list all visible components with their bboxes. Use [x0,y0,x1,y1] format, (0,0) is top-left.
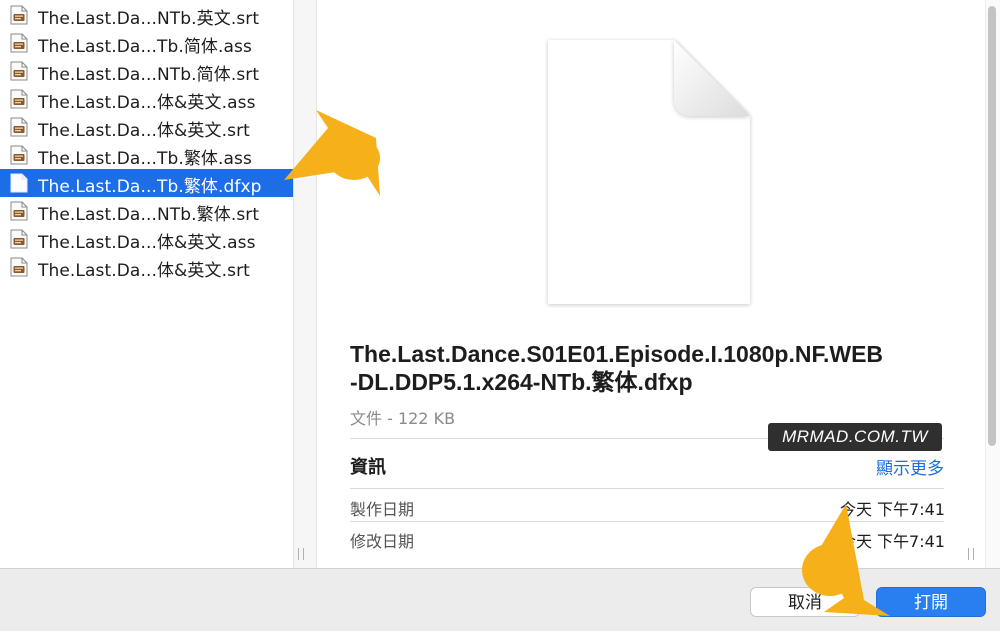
created-date-label: 製作日期 [350,500,415,519]
column-resize-handle[interactable] [298,548,304,560]
show-more-link[interactable]: 顯示更多 [876,454,944,479]
subtitle-file-icon [10,61,28,81]
column-resize-handle[interactable] [968,548,974,560]
subtitle-file-icon [10,5,28,25]
file-name: The.Last.Da...Tb.简体.ass [38,37,252,57]
document-preview-icon [548,40,750,304]
subtitle-file-icon [10,117,28,137]
subtitle-file-icon [10,201,28,221]
column-gutter [294,0,316,568]
file-name: The.Last.Da...Tb.繁体.dfxp [38,177,262,197]
file-title: The.Last.Dance.S01E01.Episode.I.1080p.NF… [350,341,884,395]
subtitle-file-icon [10,229,28,249]
file-list-item[interactable]: The.Last.Da...NTb.繁体.srt [0,197,293,225]
file-list-item[interactable]: The.Last.Da...体&英文.ass [0,85,293,113]
file-list-item[interactable]: The.Last.Da...Tb.繁体.ass [0,141,293,169]
file-name: The.Last.Da...NTb.简体.srt [38,65,260,85]
file-list-item[interactable]: The.Last.Da...Tb.简体.ass [0,29,293,57]
file-name: The.Last.Da...体&英文.srt [38,261,250,281]
file-name: The.Last.Da...NTb.英文.srt [38,9,260,29]
subtitle-file-icon [10,89,28,109]
file-list-item[interactable]: The.Last.Da...体&英文.srt [0,113,293,141]
watermark: MRMAD.COM.TW [768,423,942,451]
divider [350,488,944,489]
file-list-item[interactable]: The.Last.Da...体&英文.srt [0,253,293,281]
file-list-item[interactable]: The.Last.Da...体&英文.ass [0,225,293,253]
file-list-item[interactable]: The.Last.Da...NTb.英文.srt [0,1,293,29]
subtitle-file-icon [10,257,28,277]
file-name: The.Last.Da...Tb.繁体.ass [38,149,252,169]
file-name: The.Last.Da...体&英文.ass [38,233,256,253]
modified-date-label: 修改日期 [350,532,415,551]
blank-document-icon [10,173,28,193]
file-name: The.Last.Da...体&英文.ass [38,93,256,113]
pointer-arrow-icon [802,504,890,616]
file-name: The.Last.Da...NTb.繁体.srt [38,205,260,225]
file-name: The.Last.Da...体&英文.srt [38,121,250,141]
pointer-arrow-icon [284,110,380,196]
scrollbar-thumb[interactable] [988,6,996,446]
info-heading: 資訊 [350,457,386,478]
file-list[interactable]: The.Last.Da...NTb.英文.srt The.Last.Da...Tb… [0,0,293,568]
file-list-item[interactable]: The.Last.Da...Tb.繁体.dfxp [0,169,293,197]
file-list-item[interactable]: The.Last.Da...NTb.简体.srt [0,57,293,85]
subtitle-file-icon [10,33,28,53]
file-kind-size: 文件 - 122 KB [350,409,456,428]
subtitle-file-icon [10,145,28,165]
